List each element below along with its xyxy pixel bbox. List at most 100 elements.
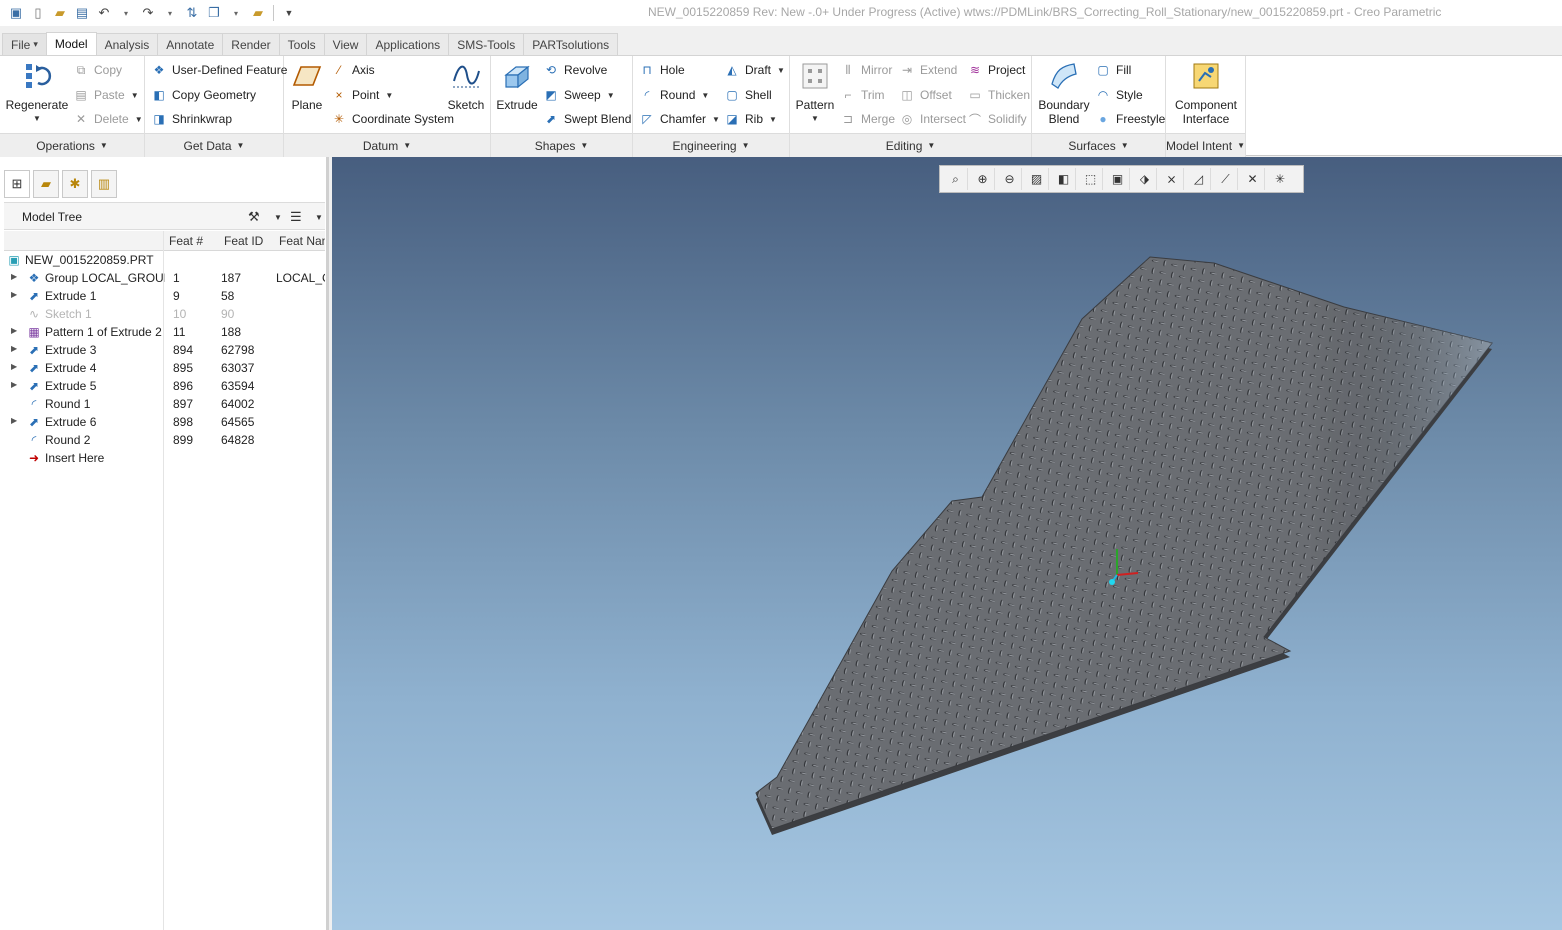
mirror-button[interactable]: ⫴ Mirror <box>840 60 892 80</box>
column-feat-name[interactable]: Feat Name <box>279 234 325 248</box>
get-data-group-label[interactable]: Get Data ▼ <box>145 133 283 157</box>
column-feat-id[interactable]: Feat ID <box>224 234 263 248</box>
tab-applications[interactable]: Applications <box>366 33 450 55</box>
redo-dropdown-icon[interactable]: ▾ <box>160 3 180 23</box>
tree-row[interactable]: ▶ ⬈ Extrude 3 894 62798 <box>4 341 325 359</box>
shell-button[interactable]: ▢ Shell <box>724 85 771 105</box>
undo-dropdown-icon[interactable]: ▾ <box>116 3 136 23</box>
offset-button[interactable]: ◫ Offset <box>899 85 951 105</box>
tree-row[interactable]: ◜ Round 1 897 64002 <box>4 395 325 413</box>
tree-settings-icon[interactable]: ⚒ <box>248 207 260 227</box>
tree-row[interactable]: ▶ ⬈ Extrude 1 9 58 <box>4 287 325 305</box>
customize-toolbar-icon[interactable]: ▼ <box>279 3 299 23</box>
tree-row[interactable]: ▶ ❖ Group LOCAL_GROUP 1 187 LOCAL_GROUP <box>4 269 325 287</box>
rib-button[interactable]: ◪ Rib ▼ <box>724 109 777 129</box>
freestyle-button[interactable]: ● Freestyle <box>1095 109 1165 129</box>
tab-file[interactable]: File ▾ <box>2 33 47 55</box>
shapes-group-label[interactable]: Shapes ▼ <box>491 133 632 157</box>
chamfer-button[interactable]: ◸ Chamfer ▼ <box>639 109 720 129</box>
save-icon[interactable]: ▤ <box>72 3 92 23</box>
tree-row[interactable]: ▣ NEW_0015220859.PRT <box>4 251 325 269</box>
fill-button[interactable]: ▢ Fill <box>1095 60 1131 80</box>
tab-render[interactable]: Render <box>222 33 280 55</box>
draft-button[interactable]: ◭ Draft ▼ <box>724 60 785 80</box>
windows-icon[interactable]: ❐ <box>204 3 224 23</box>
windows-dropdown-icon[interactable]: ▾ <box>226 3 246 23</box>
connections-tab-icon[interactable]: ▥ <box>91 170 117 198</box>
app-icon[interactable]: ▣ <box>6 3 26 23</box>
merge-button[interactable]: ⊐ Merge <box>840 109 895 129</box>
tree-row[interactable]: ▶ ▦ Pattern 1 of Extrude 2 11 188 <box>4 323 325 341</box>
tab-model[interactable]: Model <box>45 32 97 55</box>
thicken-button[interactable]: ▭ Thicken <box>967 85 1030 105</box>
tab-view[interactable]: View <box>323 33 368 55</box>
regenerate-icon[interactable]: ⇅ <box>182 3 202 23</box>
extrude-button[interactable]: Extrude <box>495 60 539 112</box>
component-interface-button[interactable]: Component Interface <box>1170 60 1242 126</box>
tree-row[interactable]: ▶ ⬈ Extrude 4 895 63037 <box>4 359 325 377</box>
expand-arrow-icon[interactable]: ▶ <box>11 272 17 281</box>
tree-row[interactable]: ▶ ⬈ Extrude 6 898 64565 <box>4 413 325 431</box>
tab-partsolutions[interactable]: PARTsolutions <box>523 33 619 55</box>
undo-icon[interactable]: ↶ <box>94 3 114 23</box>
open-folder-icon[interactable]: ▰ <box>50 3 70 23</box>
coordinate-system-button[interactable]: ✳ Coordinate System <box>331 109 454 129</box>
expand-arrow-icon[interactable]: ▶ <box>11 344 17 353</box>
swept-blend-button[interactable]: ⬈ Swept Blend <box>543 109 631 129</box>
column-feat-number[interactable]: Feat # <box>169 234 203 248</box>
tree-row[interactable]: ▶ ⬈ Extrude 5 896 63594 <box>4 377 325 395</box>
model-tree-tab-icon[interactable]: ⊞ <box>4 170 30 198</box>
expand-arrow-icon[interactable]: ▶ <box>11 290 17 299</box>
paste-button[interactable]: ▤ Paste ▼ <box>73 85 138 105</box>
copy-button[interactable]: ⧉ Copy <box>73 60 122 80</box>
expand-arrow-icon[interactable]: ▶ <box>11 380 17 389</box>
revolve-button[interactable]: ⟲ Revolve <box>543 60 607 80</box>
round-button[interactable]: ◜ Round ▼ <box>639 85 710 105</box>
point-button[interactable]: × Point ▼ <box>331 85 393 105</box>
tab-tools[interactable]: Tools <box>278 33 325 55</box>
pattern-button[interactable]: Pattern ▼ <box>794 60 836 126</box>
chevron-down-icon[interactable]: ▼ <box>274 207 282 227</box>
project-button[interactable]: ≋ Project <box>967 60 1025 80</box>
boundary-blend-button[interactable]: Boundary Blend <box>1036 60 1092 126</box>
shrinkwrap-button[interactable]: ◨ Shrinkwrap <box>151 109 232 129</box>
solidify-button[interactable]: ⌒ Solidify <box>967 109 1027 129</box>
operations-group-label[interactable]: Operations ▼ <box>0 133 144 157</box>
sweep-button[interactable]: ◩ Sweep ▼ <box>543 85 614 105</box>
chevron-down-icon[interactable]: ▼ <box>315 207 323 227</box>
tab-analysis[interactable]: Analysis <box>95 33 159 55</box>
tab-annotate[interactable]: Annotate <box>157 33 224 55</box>
tree-row[interactable]: ∿ Sketch 1 10 90 <box>4 305 325 323</box>
redo-icon[interactable]: ↷ <box>138 3 158 23</box>
tree-row[interactable]: ➜ Insert Here <box>4 449 325 467</box>
copy-geometry-button[interactable]: ◧ Copy Geometry <box>151 85 256 105</box>
trim-button[interactable]: ⌐ Trim <box>840 85 884 105</box>
sketch-button[interactable]: Sketch <box>446 60 486 112</box>
favorites-tab-icon[interactable]: ✱ <box>62 170 88 198</box>
extend-button[interactable]: ⇥ Extend <box>899 60 957 80</box>
tree-columns-icon[interactable]: ☰ <box>290 207 302 227</box>
regenerate-button[interactable]: Regenerate ▼ <box>6 60 68 126</box>
udf-button[interactable]: ❖ User-Defined Feature <box>151 60 288 80</box>
axis-button[interactable]: ⁄ Axis <box>331 60 375 80</box>
hole-button[interactable]: ⊓ Hole <box>639 60 684 80</box>
plane-button[interactable]: Plane <box>288 60 326 112</box>
delete-button[interactable]: ✕ Delete ▼ <box>73 109 143 129</box>
boundary-blend-label-1: Boundary <box>1038 98 1090 112</box>
close-window-icon[interactable]: ▰ <box>248 3 268 23</box>
expand-arrow-icon[interactable]: ▶ <box>11 416 17 425</box>
surfaces-group-label[interactable]: Surfaces ▼ <box>1032 133 1165 157</box>
engineering-group-label[interactable]: Engineering ▼ <box>633 133 789 157</box>
tab-sms-tools[interactable]: SMS-Tools <box>448 33 525 55</box>
datum-group-label[interactable]: Datum ▼ <box>284 133 490 157</box>
tree-row[interactable]: ◜ Round 2 899 64828 <box>4 431 325 449</box>
style-button[interactable]: ◠ Style <box>1095 85 1143 105</box>
expand-arrow-icon[interactable]: ▶ <box>11 362 17 371</box>
folder-browser-tab-icon[interactable]: ▰ <box>33 170 59 198</box>
graphics-viewport[interactable]: ⌕ ⊕ ⊖ ▨ ◧ ⬚ ▣ ⬗ ⨯ ◿ ⟋ ✕ ✳ <box>332 157 1562 930</box>
model-intent-group-label[interactable]: Model Intent ▼ <box>1166 133 1245 157</box>
intersect-button[interactable]: ◎ Intersect <box>899 109 966 129</box>
expand-arrow-icon[interactable]: ▶ <box>11 326 17 335</box>
editing-group-label[interactable]: Editing ▼ <box>790 133 1031 157</box>
new-file-icon[interactable]: ▯ <box>28 3 48 23</box>
